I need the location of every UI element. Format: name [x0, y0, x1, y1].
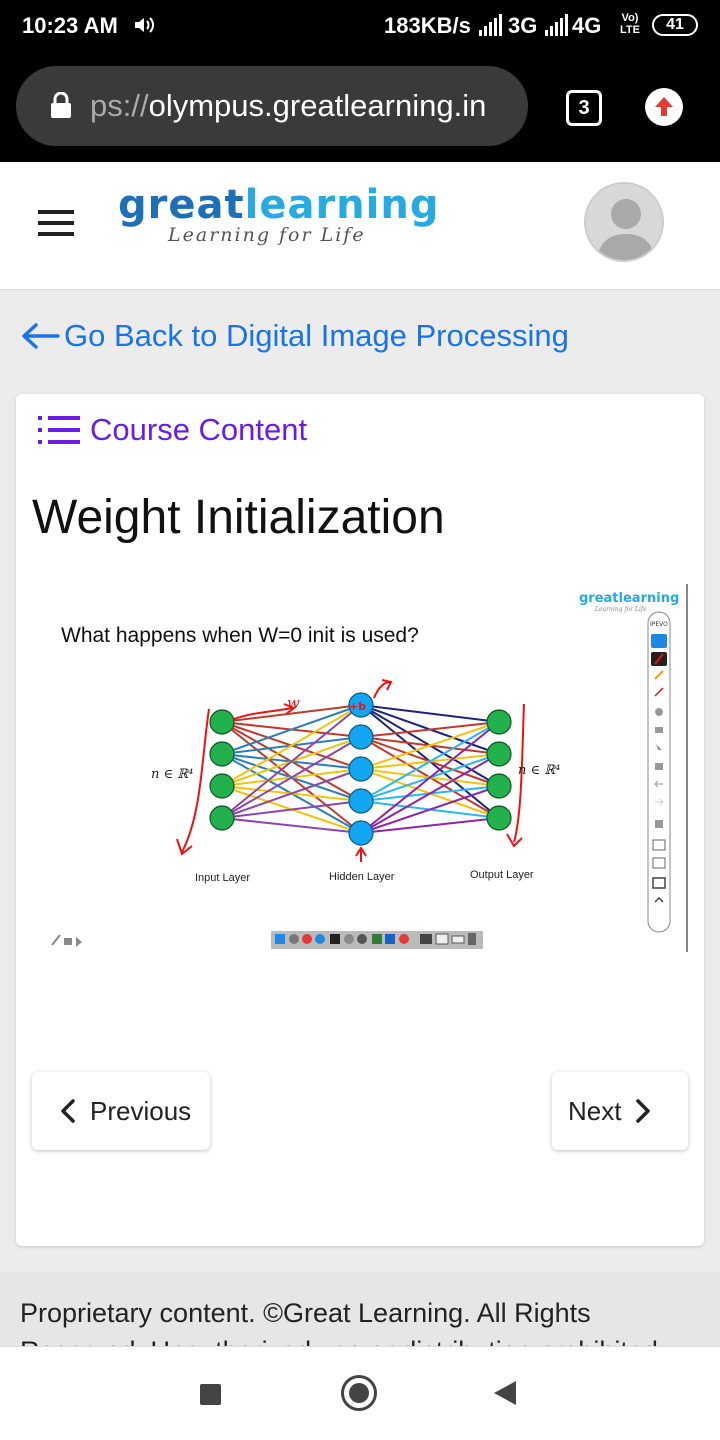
connection-edge: [221, 736, 362, 819]
lesson-title: Weight Initialization: [32, 491, 445, 544]
clear-icon[interactable]: [655, 763, 663, 770]
next-button[interactable]: Next: [552, 1072, 688, 1150]
signal-icon: [545, 14, 568, 36]
lesson-slide: greatlearning Learning for Life What hap…: [34, 584, 704, 954]
pen-tool-icon[interactable]: [651, 634, 667, 648]
menu-icon[interactable]: [38, 210, 74, 236]
system-nav-bar: [0, 1346, 720, 1440]
input-dimension-label: n ∈ ℝ⁴: [151, 767, 193, 782]
back-link[interactable]: Go Back to Digital Image Processing: [20, 318, 569, 354]
greatlearning-logo[interactable]: greatlearning Learning for Life: [118, 182, 439, 246]
slide-nav-icons[interactable]: [34, 934, 82, 947]
lesson-card: Course Content Weight Initialization gre…: [16, 394, 704, 1246]
course-content-label: Course Content: [90, 412, 308, 447]
back-link-label: Go Back to Digital Image Processing: [64, 318, 569, 353]
slide-canvas: greatlearning Learning for Life What hap…: [34, 591, 679, 949]
home-button[interactable]: [341, 1375, 377, 1411]
logo-wordmark: greatlearning: [118, 182, 440, 228]
network-rate: 183KB/s: [384, 13, 471, 38]
upload-arrow-icon: [655, 97, 673, 116]
url-text: ps://olympus.greatlearning.in: [90, 88, 487, 123]
output-dimension-label: n ∈ ℝ⁴: [518, 763, 560, 778]
toolbar-brand: IPEVO: [650, 621, 668, 628]
arrow-left-icon: [22, 323, 60, 349]
desktop-dock: [271, 931, 483, 949]
stamp-icon[interactable]: [655, 708, 663, 716]
handwritten-w: w: [287, 694, 300, 712]
chevron-left-icon: [61, 1099, 75, 1123]
recents-button[interactable]: [200, 1384, 221, 1405]
chevron-right-icon: [636, 1099, 651, 1123]
next-label: Next: [568, 1095, 622, 1126]
output-layer-label: Output Layer: [470, 869, 534, 881]
eraser-icon[interactable]: [655, 727, 663, 733]
slide-divider: [686, 584, 688, 952]
network-type-1: 3G: [508, 13, 538, 38]
user-avatar[interactable]: [584, 182, 664, 262]
lock-icon: [51, 92, 71, 118]
user-silhouette-icon: [596, 199, 656, 260]
input-layer-label: Input Layer: [195, 872, 250, 884]
upload-button[interactable]: [645, 88, 683, 126]
signal-icon: [479, 14, 502, 36]
volume-icon: [135, 17, 154, 33]
browser-toolbar: ps://olympus.greatlearning.in 3: [0, 52, 720, 162]
slide-brand-tagline: Learning for Life: [594, 606, 647, 613]
list-icon: [38, 416, 80, 444]
battery-indicator: 41: [652, 14, 698, 36]
status-time: 10:23 AM: [22, 13, 118, 38]
trash-icon[interactable]: [655, 820, 663, 828]
connection-edge: [360, 704, 500, 723]
volte-indicator: Vo) LTE: [620, 12, 640, 36]
previous-button[interactable]: Previous: [32, 1072, 210, 1150]
output-layer-nodes: [486, 709, 512, 831]
tab-switcher-button[interactable]: 3: [566, 90, 602, 126]
page-footer: Proprietary content. ©Great Learning. Al…: [0, 1272, 720, 1346]
back-button[interactable]: [494, 1381, 516, 1405]
network-type-2: 4G: [572, 13, 602, 38]
copyright-text: Proprietary content. ©Great Learning. Al…: [20, 1298, 665, 1346]
hidden-layer-nodes: [348, 692, 374, 846]
slide-question: What happens when W=0 init is used?: [61, 624, 419, 647]
hidden-layer-label: Hidden Layer: [329, 871, 395, 883]
previous-label: Previous: [90, 1095, 192, 1126]
site-header: greatlearning Learning for Life: [0, 162, 720, 290]
input-layer-nodes: [209, 709, 235, 831]
annotation-toolbar[interactable]: IPEVO: [647, 611, 671, 933]
handwritten-b: +b: [349, 700, 366, 713]
slide-brand: greatlearning: [579, 591, 679, 606]
course-content-link[interactable]: Course Content: [38, 412, 307, 448]
status-bar: 10:23 AM 183KB/s 3G 4G Vo) LTE 41: [0, 0, 720, 52]
address-bar[interactable]: ps://olympus.greatlearning.in: [16, 66, 528, 146]
